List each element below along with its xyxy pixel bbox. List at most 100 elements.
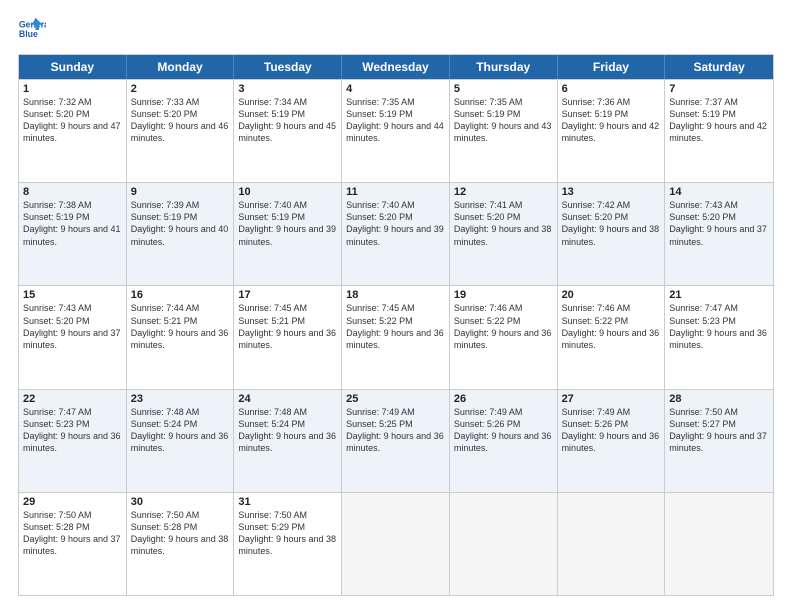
cal-cell: 21 Sunrise: 7:47 AM Sunset: 5:23 PM Dayli… (665, 286, 773, 388)
cal-cell: 22 Sunrise: 7:47 AM Sunset: 5:23 PM Dayli… (19, 390, 127, 492)
cal-cell: 31 Sunrise: 7:50 AM Sunset: 5:29 PM Dayli… (234, 493, 342, 595)
day-number: 28 (669, 393, 769, 405)
cal-cell: 24 Sunrise: 7:48 AM Sunset: 5:24 PM Dayli… (234, 390, 342, 492)
cell-info: Sunrise: 7:35 AM Sunset: 5:19 PM Dayligh… (346, 97, 444, 143)
cal-cell: 23 Sunrise: 7:48 AM Sunset: 5:24 PM Dayli… (127, 390, 235, 492)
cell-info: Sunrise: 7:46 AM Sunset: 5:22 PM Dayligh… (454, 303, 552, 349)
day-number: 19 (454, 289, 553, 301)
cal-cell: 5 Sunrise: 7:35 AM Sunset: 5:19 PM Daylig… (450, 80, 558, 182)
cell-info: Sunrise: 7:50 AM Sunset: 5:28 PM Dayligh… (131, 510, 229, 556)
cal-cell (450, 493, 558, 595)
header-day-saturday: Saturday (665, 55, 773, 79)
cal-cell: 2Sunrise: 7:33 AM Sunset: 5:20 PM Daylig… (127, 80, 235, 182)
day-number: 25 (346, 393, 445, 405)
cal-cell: 30 Sunrise: 7:50 AM Sunset: 5:28 PM Dayli… (127, 493, 235, 595)
logo: GeneralBlue (18, 16, 46, 44)
cal-cell: 15 Sunrise: 7:43 AM Sunset: 5:20 PM Dayli… (19, 286, 127, 388)
cell-info: Sunrise: 7:42 AM Sunset: 5:20 PM Dayligh… (562, 200, 660, 246)
cell-info: Sunrise: 7:35 AM Sunset: 5:19 PM Dayligh… (454, 97, 552, 143)
day-number: 26 (454, 393, 553, 405)
day-number: 10 (238, 186, 337, 198)
day-number: 30 (131, 496, 230, 508)
cal-cell: 11Sunrise: 7:40 AM Sunset: 5:20 PM Dayli… (342, 183, 450, 285)
calendar-body: 1Sunrise: 7:32 AM Sunset: 5:20 PM Daylig… (19, 79, 773, 595)
cell-info: Sunrise: 7:45 AM Sunset: 5:22 PM Dayligh… (346, 303, 444, 349)
page: GeneralBlue SundayMondayTuesdayWednesday… (0, 0, 792, 612)
cal-cell: 12Sunrise: 7:41 AM Sunset: 5:20 PM Dayli… (450, 183, 558, 285)
cell-info: Sunrise: 7:45 AM Sunset: 5:21 PM Dayligh… (238, 303, 336, 349)
day-number: 1 (23, 83, 122, 95)
cal-cell (558, 493, 666, 595)
cal-cell: 17Sunrise: 7:45 AM Sunset: 5:21 PM Dayli… (234, 286, 342, 388)
cell-info: Sunrise: 7:50 AM Sunset: 5:28 PM Dayligh… (23, 510, 121, 556)
cal-cell: 14 Sunrise: 7:43 AM Sunset: 5:20 PM Dayli… (665, 183, 773, 285)
cell-info: Sunrise: 7:36 AM Sunset: 5:19 PM Dayligh… (562, 97, 660, 143)
header-day-wednesday: Wednesday (342, 55, 450, 79)
cell-info: Sunrise: 7:49 AM Sunset: 5:26 PM Dayligh… (454, 407, 552, 453)
cell-info: Sunrise: 7:47 AM Sunset: 5:23 PM Dayligh… (23, 407, 121, 453)
cell-info: Sunrise: 7:50 AM Sunset: 5:29 PM Dayligh… (238, 510, 336, 556)
logo-icon: GeneralBlue (18, 16, 46, 44)
cell-info: Sunrise: 7:49 AM Sunset: 5:26 PM Dayligh… (562, 407, 660, 453)
cal-cell: 7Sunrise: 7:37 AM Sunset: 5:19 PM Daylig… (665, 80, 773, 182)
cal-cell: 20 Sunrise: 7:46 AM Sunset: 5:22 PM Dayli… (558, 286, 666, 388)
day-number: 6 (562, 83, 661, 95)
day-number: 4 (346, 83, 445, 95)
cell-info: Sunrise: 7:47 AM Sunset: 5:23 PM Dayligh… (669, 303, 767, 349)
cal-cell: 1Sunrise: 7:32 AM Sunset: 5:20 PM Daylig… (19, 80, 127, 182)
cell-info: Sunrise: 7:48 AM Sunset: 5:24 PM Dayligh… (131, 407, 229, 453)
header: GeneralBlue (18, 16, 774, 44)
cell-info: Sunrise: 7:50 AM Sunset: 5:27 PM Dayligh… (669, 407, 767, 453)
day-number: 3 (238, 83, 337, 95)
cell-info: Sunrise: 7:43 AM Sunset: 5:20 PM Dayligh… (669, 200, 767, 246)
day-number: 18 (346, 289, 445, 301)
cell-info: Sunrise: 7:44 AM Sunset: 5:21 PM Dayligh… (131, 303, 229, 349)
cell-info: Sunrise: 7:34 AM Sunset: 5:19 PM Dayligh… (238, 97, 336, 143)
day-number: 9 (131, 186, 230, 198)
cal-cell: 28 Sunrise: 7:50 AM Sunset: 5:27 PM Dayli… (665, 390, 773, 492)
cal-cell: 8Sunrise: 7:38 AM Sunset: 5:19 PM Daylig… (19, 183, 127, 285)
cal-cell: 9 Sunrise: 7:39 AM Sunset: 5:19 PM Daylig… (127, 183, 235, 285)
day-number: 22 (23, 393, 122, 405)
cell-info: Sunrise: 7:49 AM Sunset: 5:25 PM Dayligh… (346, 407, 444, 453)
cal-row-1: 8Sunrise: 7:38 AM Sunset: 5:19 PM Daylig… (19, 182, 773, 285)
cal-cell: 3 Sunrise: 7:34 AM Sunset: 5:19 PM Daylig… (234, 80, 342, 182)
day-number: 23 (131, 393, 230, 405)
cal-cell: 29Sunrise: 7:50 AM Sunset: 5:28 PM Dayli… (19, 493, 127, 595)
cal-cell: 6 Sunrise: 7:36 AM Sunset: 5:19 PM Daylig… (558, 80, 666, 182)
header-day-thursday: Thursday (450, 55, 558, 79)
cell-info: Sunrise: 7:43 AM Sunset: 5:20 PM Dayligh… (23, 303, 121, 349)
day-number: 16 (131, 289, 230, 301)
day-number: 20 (562, 289, 661, 301)
cal-row-2: 15 Sunrise: 7:43 AM Sunset: 5:20 PM Dayli… (19, 285, 773, 388)
day-number: 11 (346, 186, 445, 198)
day-number: 21 (669, 289, 769, 301)
day-number: 13 (562, 186, 661, 198)
header-day-tuesday: Tuesday (234, 55, 342, 79)
cal-cell: 19 Sunrise: 7:46 AM Sunset: 5:22 PM Dayli… (450, 286, 558, 388)
day-number: 8 (23, 186, 122, 198)
day-number: 5 (454, 83, 553, 95)
cell-info: Sunrise: 7:46 AM Sunset: 5:22 PM Dayligh… (562, 303, 660, 349)
day-number: 12 (454, 186, 553, 198)
cal-row-0: 1Sunrise: 7:32 AM Sunset: 5:20 PM Daylig… (19, 79, 773, 182)
cell-info: Sunrise: 7:40 AM Sunset: 5:19 PM Dayligh… (238, 200, 336, 246)
day-number: 27 (562, 393, 661, 405)
day-number: 7 (669, 83, 769, 95)
day-number: 15 (23, 289, 122, 301)
header-day-friday: Friday (558, 55, 666, 79)
cal-cell (665, 493, 773, 595)
cell-info: Sunrise: 7:39 AM Sunset: 5:19 PM Dayligh… (131, 200, 229, 246)
day-number: 2 (131, 83, 230, 95)
cal-row-3: 22 Sunrise: 7:47 AM Sunset: 5:23 PM Dayli… (19, 389, 773, 492)
cal-cell: 4 Sunrise: 7:35 AM Sunset: 5:19 PM Daylig… (342, 80, 450, 182)
cal-cell: 18 Sunrise: 7:45 AM Sunset: 5:22 PM Dayli… (342, 286, 450, 388)
cal-cell (342, 493, 450, 595)
day-number: 24 (238, 393, 337, 405)
calendar-header: SundayMondayTuesdayWednesdayThursdayFrid… (19, 55, 773, 79)
cell-info: Sunrise: 7:48 AM Sunset: 5:24 PM Dayligh… (238, 407, 336, 453)
day-number: 14 (669, 186, 769, 198)
cal-row-4: 29Sunrise: 7:50 AM Sunset: 5:28 PM Dayli… (19, 492, 773, 595)
day-number: 31 (238, 496, 337, 508)
cal-cell: 25 Sunrise: 7:49 AM Sunset: 5:25 PM Dayli… (342, 390, 450, 492)
